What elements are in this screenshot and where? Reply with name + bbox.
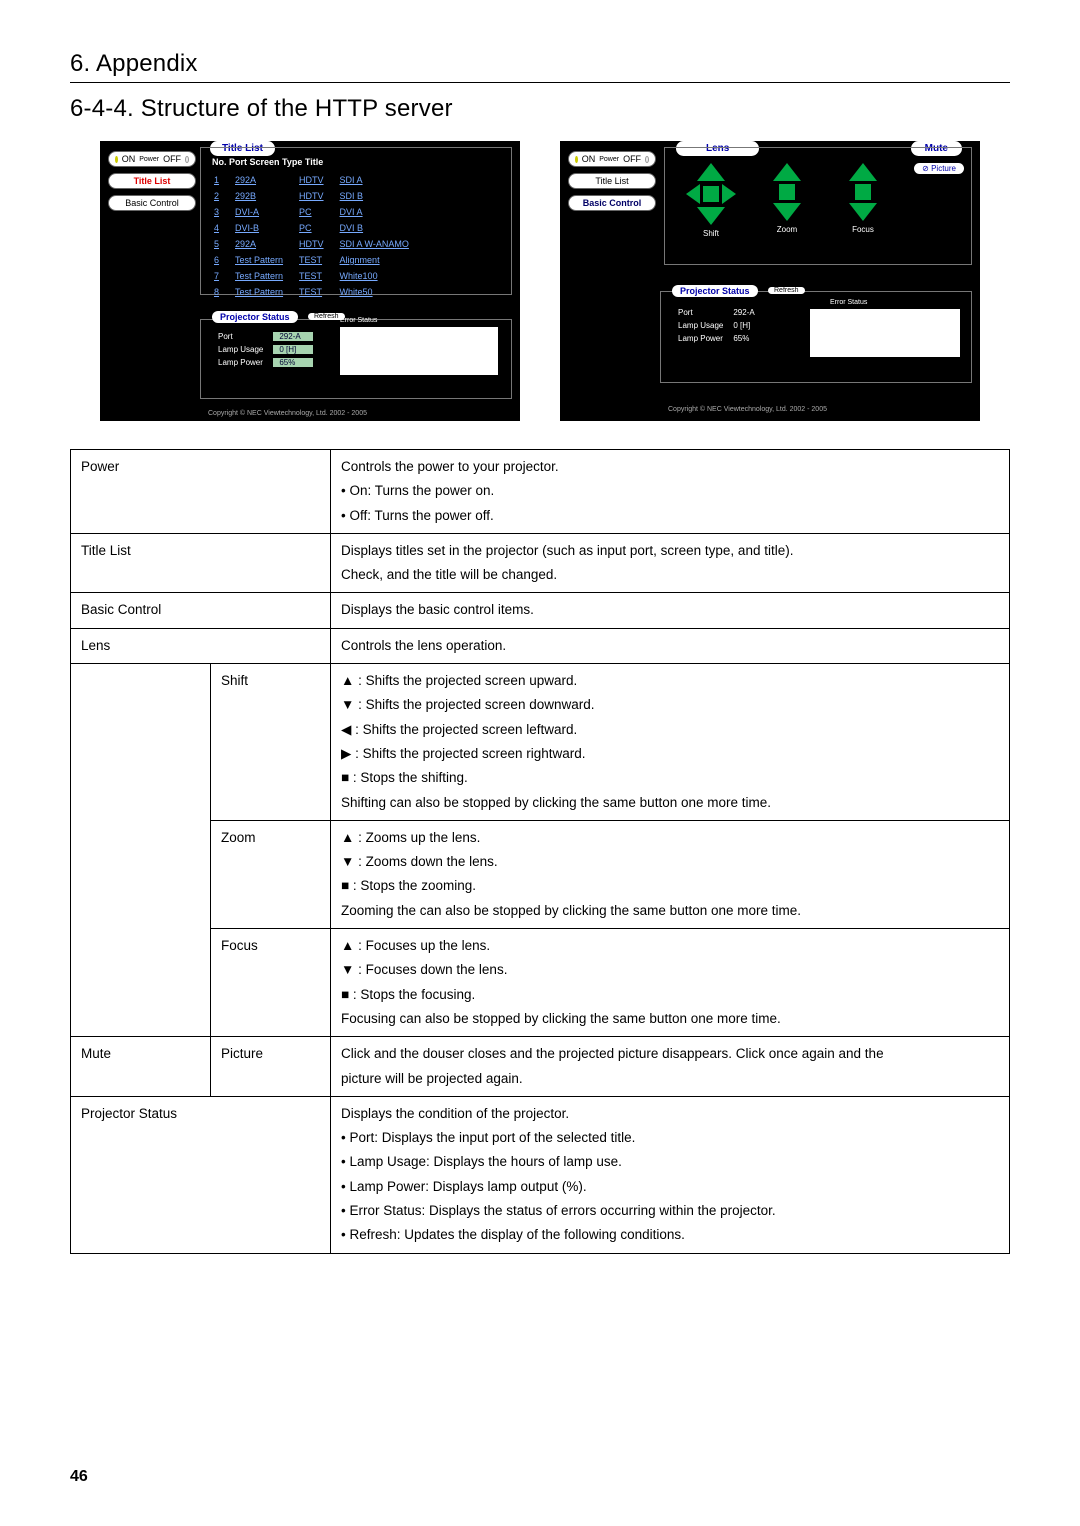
sidebar-basic-control[interactable]: Basic Control <box>108 195 196 211</box>
row-shift-name: Shift <box>211 664 331 821</box>
projector-status-badge-2: Projector Status <box>672 285 758 297</box>
focus-column: Focus <box>836 163 890 238</box>
power-pill[interactable]: ON Power OFF <box>108 151 196 167</box>
row-mute-name: Mute <box>71 1037 211 1097</box>
row-power-name: Power <box>71 450 331 534</box>
page-number: 46 <box>70 1468 88 1486</box>
row-lens-span <box>71 664 211 1037</box>
title-list-header: No. Port Screen Type Title <box>212 157 323 167</box>
row-basic-control-name: Basic Control <box>71 593 331 628</box>
refresh-button-2[interactable]: Refresh <box>768 287 805 294</box>
error-status-label: Error Status <box>340 317 377 324</box>
figure-basic-control: ON Power OFF Title List Basic Control Le… <box>560 141 980 421</box>
copyright-2: Copyright © NEC Viewtechnology, Ltd. 200… <box>668 406 827 413</box>
row-basic-control-desc: Displays the basic control items. <box>331 593 1010 628</box>
off-dot-icon <box>185 156 189 163</box>
on-dot-icon <box>575 156 578 163</box>
shift-column: Shift <box>684 163 738 238</box>
row-focus-desc: ▲ : Focuses up the lens. ▼ : Focuses dow… <box>331 929 1010 1037</box>
shift-stop-icon[interactable] <box>703 186 719 202</box>
row-mute-desc: Click and the douser closes and the proj… <box>331 1037 1010 1097</box>
shift-left-icon[interactable] <box>686 184 700 204</box>
on-dot-icon <box>115 156 118 163</box>
figure-title-list: Title List ON Power OFF Title List Basic… <box>100 141 520 421</box>
focus-up-icon[interactable] <box>849 163 877 181</box>
ps-values: Port292-A Lamp Usage0 [H] Lamp Power65% <box>212 329 319 370</box>
row-mute-sub: Picture <box>211 1037 331 1097</box>
zoom-up-icon[interactable] <box>773 163 801 181</box>
description-table: Power Controls the power to your project… <box>70 449 1010 1254</box>
off-dot-icon <box>645 156 649 163</box>
figures: Title List ON Power OFF Title List Basic… <box>70 141 1010 421</box>
row-shift-desc: ▲ : Shifts the projected screen upward. … <box>331 664 1010 821</box>
sidebar-basic-control-2[interactable]: Basic Control <box>568 195 656 211</box>
section-title: 6-4-4. Structure of the HTTP server <box>70 95 1010 123</box>
lens-controls: Shift Zoom Focus <box>684 163 890 238</box>
shift-down-icon[interactable] <box>697 207 725 225</box>
focus-down-icon[interactable] <box>849 203 877 221</box>
row-zoom-desc: ▲ : Zooms up the lens. ▼ : Zooms down th… <box>331 820 1010 928</box>
row-projector-status-name: Projector Status <box>71 1096 331 1253</box>
row-title-list-desc: Displays titles set in the projector (su… <box>331 533 1010 593</box>
row-lens-name: Lens <box>71 628 331 663</box>
row-title-list-name: Title List <box>71 533 331 593</box>
zoom-column: Zoom <box>760 163 814 238</box>
copyright: Copyright © NEC Viewtechnology, Ltd. 200… <box>208 410 367 417</box>
row-zoom-name: Zoom <box>211 820 331 928</box>
zoom-stop-icon[interactable] <box>779 184 795 200</box>
chapter-title: 6. Appendix <box>70 50 1010 83</box>
error-status-box-2 <box>810 309 960 357</box>
error-status-label-2: Error Status <box>830 299 867 306</box>
power-pill-2[interactable]: ON Power OFF <box>568 151 656 167</box>
sidebar-title-list[interactable]: Title List <box>108 173 196 189</box>
row-focus-name: Focus <box>211 929 331 1037</box>
projector-status-badge: Projector Status <box>212 311 298 323</box>
fig2-sidebar: ON Power OFF Title List Basic Control <box>568 151 656 217</box>
focus-stop-icon[interactable] <box>855 184 871 200</box>
zoom-down-icon[interactable] <box>773 203 801 221</box>
row-power-desc: Controls the power to your projector. • … <box>331 450 1010 534</box>
title-list-rows: 1292AHDTVSDI A 2292BHDTVSDI B 3DVI-APCDV… <box>212 171 425 301</box>
error-status-box <box>340 327 498 375</box>
sidebar-title-list-2[interactable]: Title List <box>568 173 656 189</box>
row-lens-desc: Controls the lens operation. <box>331 628 1010 663</box>
ps-values-2: Port292-A Lamp Usage0 [H] Lamp Power65% <box>672 305 761 346</box>
row-projector-status-desc: Displays the condition of the projector.… <box>331 1096 1010 1253</box>
fig1-sidebar: ON Power OFF Title List Basic Control <box>108 151 196 217</box>
shift-right-icon[interactable] <box>722 184 736 204</box>
shift-up-icon[interactable] <box>697 163 725 181</box>
